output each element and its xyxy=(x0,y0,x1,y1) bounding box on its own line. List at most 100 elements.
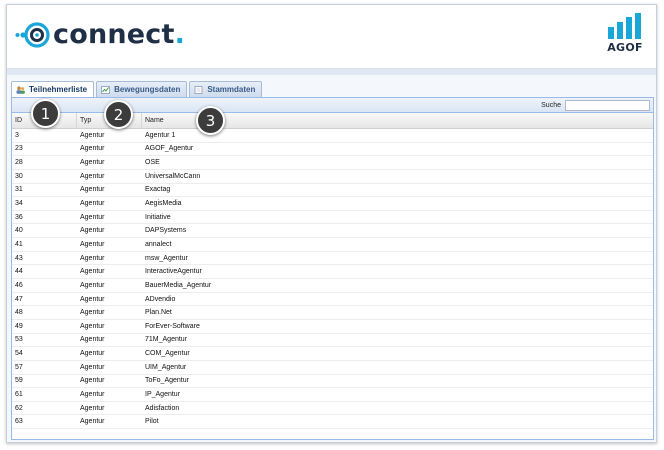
cell-typ: Agentur xyxy=(80,418,105,426)
tab-stammdaten-label: Stammdaten xyxy=(207,85,256,94)
cell-typ: Agentur xyxy=(80,131,105,139)
search-input[interactable] xyxy=(565,99,650,111)
cell-id: 41 xyxy=(15,240,23,248)
cell-typ: Agentur xyxy=(80,145,105,153)
table-row[interactable]: 63 Agentur Pilot xyxy=(12,415,653,430)
table-row[interactable]: 57 Agentur UIM_Agentur xyxy=(12,361,653,375)
table-row[interactable]: 61 Agentur IP_Agentur xyxy=(12,388,653,402)
cell-id: 54 xyxy=(15,350,23,358)
connect-logo-mark-icon xyxy=(15,21,51,49)
table-body: 3 Agentur Agentur 1 23 Agentur AGOF_Agentur … xyxy=(12,129,653,430)
table-row[interactable]: 43 Agentur msw_Agentur xyxy=(12,252,653,266)
cell-typ: Agentur xyxy=(80,213,105,221)
cell-id: 40 xyxy=(15,227,23,235)
header: connect. AGOF xyxy=(7,5,656,69)
cell-name: IP_Agentur xyxy=(145,390,181,398)
agof-logo-text: AGOF xyxy=(607,41,643,54)
cell-id: 28 xyxy=(15,159,23,167)
cell-name: AegisMedia xyxy=(145,200,182,208)
cell-id: 3 xyxy=(15,131,19,139)
cell-name: 71M_Agentur xyxy=(145,336,188,344)
cell-typ: Agentur xyxy=(80,363,105,371)
cell-name: msw_Agentur xyxy=(145,254,188,262)
cell-typ: Agentur xyxy=(80,254,105,262)
cell-name: ADvendio xyxy=(145,295,176,303)
cell-id: 23 xyxy=(15,145,23,153)
table-row[interactable]: 44 Agentur InteractiveAgentur xyxy=(12,265,653,280)
cell-name: COM_Agentur xyxy=(145,350,190,358)
participants-grid: Suche ID Typ Name 3 Agentur Agentur 1 23 Ag… xyxy=(11,97,654,440)
cell-id: 53 xyxy=(15,336,23,344)
cell-typ: Agentur xyxy=(80,350,105,358)
table-row[interactable]: 40 Agentur DAPSystems xyxy=(12,224,653,239)
table-row[interactable]: 47 Agentur ADvendio xyxy=(12,293,653,307)
cell-name: BauerMedia_Agentur xyxy=(145,281,212,289)
document-icon xyxy=(194,85,203,94)
table-row[interactable]: 41 Agentur annalect xyxy=(12,238,653,252)
table-row[interactable]: 36 Agentur Initiative xyxy=(12,211,653,225)
cell-typ: Agentur xyxy=(80,309,105,317)
table-row[interactable]: 62 Agentur Adisfaction xyxy=(12,402,653,416)
cell-name: Exactag xyxy=(145,186,171,194)
table-row[interactable]: 31 Agentur Exactag xyxy=(12,184,653,198)
table-row[interactable]: 46 Agentur BauerMedia_Agentur xyxy=(12,279,653,293)
cell-id: 59 xyxy=(15,377,23,385)
cell-typ: Agentur xyxy=(80,322,105,330)
users-icon xyxy=(16,85,25,94)
callout-badge-3: 3 xyxy=(196,106,225,135)
table-row[interactable]: 48 Agentur Plan.Net xyxy=(12,306,653,320)
tab-teilnehmerliste-label: Teilnehmerliste xyxy=(29,85,88,94)
tab-stammdaten[interactable]: Stammdaten xyxy=(189,81,263,97)
table-row[interactable]: 59 Agentur ToFo_Agentur xyxy=(12,375,653,389)
table-row[interactable]: 28 Agentur OSE xyxy=(12,156,653,170)
cell-id: 30 xyxy=(15,172,23,180)
cell-id: 57 xyxy=(15,363,23,371)
cell-name: Pilot xyxy=(145,418,159,426)
cell-id: 48 xyxy=(15,309,23,317)
cell-id: 31 xyxy=(15,186,23,194)
callout-badge-1: 1 xyxy=(31,99,60,128)
tab-bar: Teilnehmerliste Bewegungsdaten Stammdate… xyxy=(11,81,264,97)
table-row[interactable]: 53 Agentur 71M_Agentur xyxy=(12,334,653,348)
cell-id: 62 xyxy=(15,404,23,412)
table-row[interactable]: 30 Agentur UniversalMcCann xyxy=(12,170,653,184)
cell-name: ForEver-Software xyxy=(145,322,200,330)
connect-logo: connect. xyxy=(15,17,185,53)
table-row[interactable]: 54 Agentur COM_Agentur xyxy=(12,347,653,361)
tab-bewegungsdaten-label: Bewegungsdaten xyxy=(114,85,181,94)
cell-name: OSE xyxy=(145,159,160,167)
cell-typ: Agentur xyxy=(80,159,105,167)
cell-typ: Agentur xyxy=(80,295,105,303)
cell-id: 47 xyxy=(15,295,23,303)
cell-typ: Agentur xyxy=(80,336,105,344)
table-row[interactable]: 34 Agentur AegisMedia xyxy=(12,197,653,211)
cell-name: Plan.Net xyxy=(145,309,172,317)
tab-teilnehmerliste[interactable]: Teilnehmerliste xyxy=(11,81,95,97)
cell-name: InteractiveAgentur xyxy=(145,268,202,276)
cell-name: Initiative xyxy=(145,213,171,221)
cell-id: 43 xyxy=(15,254,23,262)
cell-id: 44 xyxy=(15,268,23,276)
cell-typ: Agentur xyxy=(80,404,105,412)
search-label: Suche xyxy=(541,101,561,109)
cell-name: UniversalMcCann xyxy=(145,172,201,180)
cell-name: AGOF_Agentur xyxy=(145,145,194,153)
cell-typ: Agentur xyxy=(80,172,105,180)
logo-text: connect. xyxy=(53,19,186,50)
cell-typ: Agentur xyxy=(80,268,105,276)
cell-typ: Agentur xyxy=(80,390,105,398)
callout-badge-2: 2 xyxy=(104,100,133,129)
cell-name: annalect xyxy=(145,240,172,248)
cell-id: 34 xyxy=(15,200,23,208)
app-window: connect. AGOF Teilnehmerliste Bewegungsd… xyxy=(6,4,657,443)
main-panel: Teilnehmerliste Bewegungsdaten Stammdate… xyxy=(7,75,656,442)
cell-typ: Agentur xyxy=(80,200,105,208)
cell-id: 63 xyxy=(15,418,23,426)
table-row[interactable]: 3 Agentur Agentur 1 xyxy=(12,129,653,143)
cell-name: UIM_Agentur xyxy=(145,363,187,371)
tab-bewegungsdaten[interactable]: Bewegungsdaten xyxy=(96,81,188,97)
cell-id: 36 xyxy=(15,213,23,221)
cell-typ: Agentur xyxy=(80,186,105,194)
table-row[interactable]: 23 Agentur AGOF_Agentur xyxy=(12,143,653,157)
table-row[interactable]: 49 Agentur ForEver-Software xyxy=(12,320,653,334)
